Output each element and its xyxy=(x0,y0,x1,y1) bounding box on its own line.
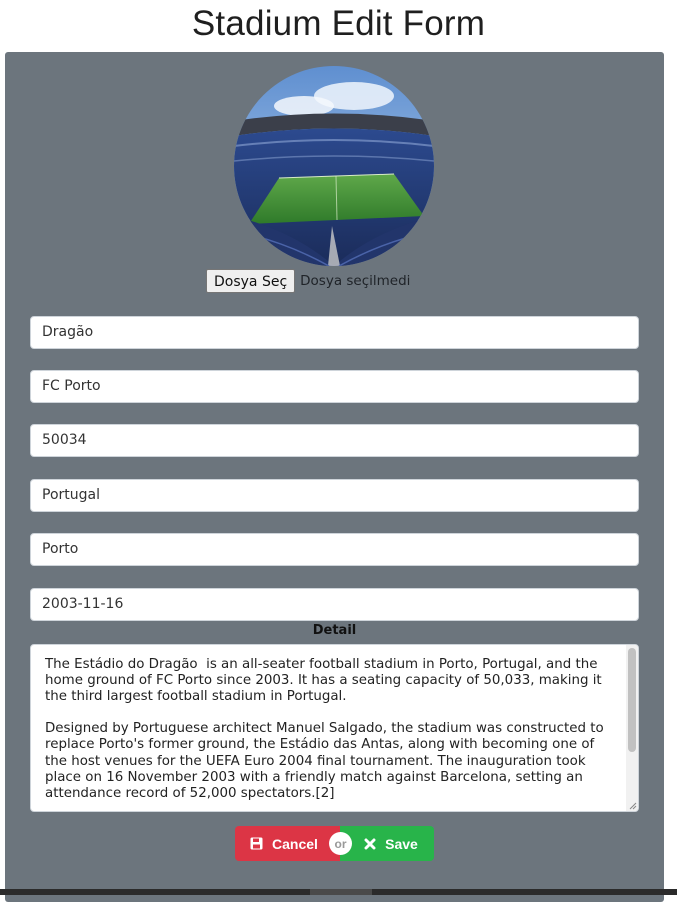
capacity-input[interactable]: 50034 xyxy=(30,424,639,457)
form-actions: Cancel Save or xyxy=(235,826,434,861)
save-label: Save xyxy=(385,835,418,852)
detail-text: The Estádio do Dragão is an all-seater f… xyxy=(45,657,604,801)
horizontal-scrollbar[interactable] xyxy=(0,889,677,895)
city-input[interactable]: Porto xyxy=(30,533,639,566)
opening-date-input[interactable]: 2003-11-16 xyxy=(30,588,639,621)
cancel-button[interactable]: Cancel xyxy=(235,826,341,861)
detail-scrollbar[interactable] xyxy=(626,645,638,811)
file-status-text: Dosya seçilmedi xyxy=(300,272,411,289)
page-title: Stadium Edit Form xyxy=(191,4,486,43)
choose-file-button[interactable]: Dosya Seç xyxy=(206,268,296,293)
resize-grip-icon[interactable] xyxy=(629,802,637,810)
close-x-icon xyxy=(364,838,376,850)
save-button[interactable]: Save xyxy=(340,826,434,861)
or-divider: or xyxy=(329,832,352,855)
edit-form-panel: Dosya Seç Dosya seçilmedi Dragão FC Port… xyxy=(5,52,664,902)
file-input[interactable]: Dosya Seç Dosya seçilmedi xyxy=(206,268,410,293)
cancel-label: Cancel xyxy=(272,835,318,852)
stadium-photo-illustration xyxy=(234,66,434,266)
stadium-photo xyxy=(234,66,434,266)
club-input[interactable]: FC Porto xyxy=(30,370,639,403)
detail-label: Detail xyxy=(312,623,357,638)
horizontal-scroll-thumb[interactable] xyxy=(310,889,372,895)
detail-scroll-thumb[interactable] xyxy=(628,648,636,752)
save-disk-icon xyxy=(250,837,263,850)
country-input[interactable]: Portugal xyxy=(30,479,639,512)
stadium-name-input[interactable]: Dragão xyxy=(30,316,639,349)
detail-textarea[interactable]: The Estádio do Dragão is an all-seater f… xyxy=(30,644,639,812)
